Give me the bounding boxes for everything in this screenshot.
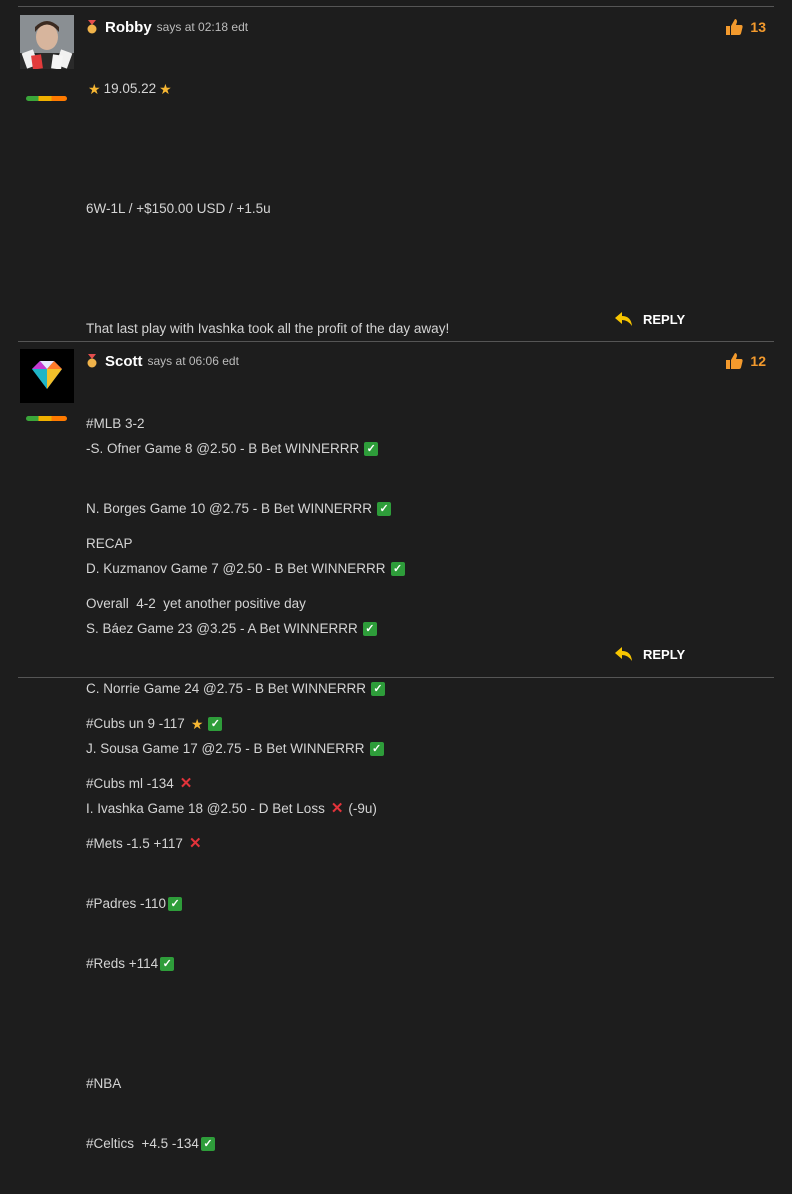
cross-mark-icon: ✕ [179,775,193,792]
comment-line: #MLB 3-2 [86,416,145,431]
thumbs-up-icon [726,19,744,35]
like-button[interactable]: 13 [724,18,766,36]
avatar[interactable] [20,349,74,403]
star-icon: ★ [88,81,101,97]
diamond-icon [20,349,74,403]
check-mark-icon: ✓ [160,957,175,971]
comment-header: Robby says at 02:18 edt [85,18,248,36]
cross-mark-icon: ✕ [330,800,344,817]
comment-line: 6W-1L / +$150.00 USD / +1.5u [86,201,271,216]
check-mark-icon: ✓ [371,682,386,696]
avatar-photo-icon [20,15,74,69]
reply-arrow-icon [615,647,632,661]
reply-label: REPLY [643,311,686,327]
pick-line: #Cubs un 9 -117 ★ ✓ [86,714,306,734]
bottom-separator [18,677,774,678]
timestamp: at 02:18 edt [184,20,249,34]
check-mark-icon: ✓ [390,562,405,576]
comment-separator [18,341,774,342]
rank-bar [26,96,67,101]
check-mark-icon: ✓ [168,897,183,911]
comment-line: RECAP [86,536,133,551]
like-count: 12 [750,353,766,369]
comment-line: That last play with Ivashka took all the… [86,321,450,336]
like-button[interactable]: 12 [724,352,766,370]
check-mark-icon: ✓ [208,717,223,731]
cross-mark-icon: ✕ [188,835,202,852]
author-name[interactable]: Scott [105,353,143,370]
comment-line: #NBA [86,1076,122,1091]
says-text: says [156,20,182,34]
rank-bar [26,416,67,421]
like-count: 13 [750,19,766,35]
thumbs-up-icon [726,353,744,369]
says-text: says [147,354,173,368]
pick-line: #Padres -110 ✓ [86,894,306,914]
comment-line: Overall 4-2 yet another positive day [86,596,306,611]
check-mark-icon: ✓ [364,442,379,456]
pick-line: #Cubs ml -134 ✕ [86,775,193,792]
check-mark-icon: ✓ [362,622,377,636]
pick-line: #Celtics +4.5 -134 ✓ [86,1134,306,1154]
check-mark-icon: ✓ [377,502,392,516]
pick-line: #Reds +114 ✓ [86,954,306,974]
medal-icon [87,354,97,368]
reply-arrow-icon [615,312,632,326]
reply-label: REPLY [643,646,686,662]
avatar[interactable] [20,15,74,69]
date-text: 19.05.22 [103,81,157,96]
top-separator [18,6,774,7]
star-icon: ★ [159,81,172,97]
reply-button[interactable]: REPLY [614,646,685,662]
comment-body: #MLB 3-2 RECAP Overall 4-2 yet another p… [86,374,306,1194]
star-icon: ★ [190,716,204,732]
reply-button[interactable]: REPLY [614,311,685,327]
medal-icon [87,20,97,34]
author-name[interactable]: Robby [105,19,152,36]
comment-header: Scott says at 06:06 edt [85,352,239,370]
date-line: ★ 19.05.22 ★ [88,79,449,99]
check-mark-icon: ✓ [200,1137,215,1151]
check-mark-icon: ✓ [369,742,384,756]
pick-line: #Mets -1.5 +117 ✕ [86,835,202,852]
timestamp: at 06:06 edt [175,354,239,368]
